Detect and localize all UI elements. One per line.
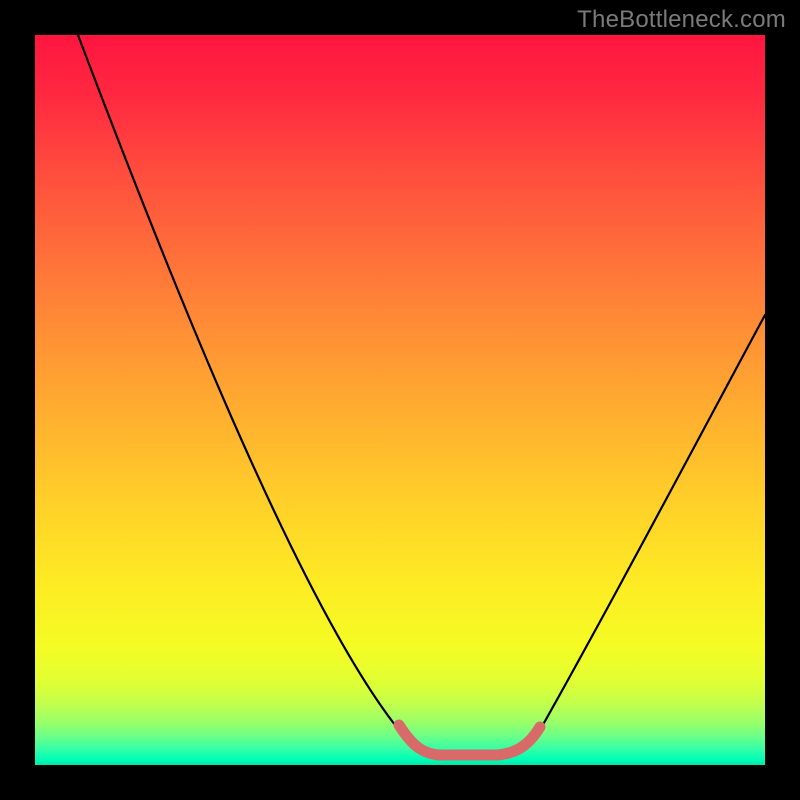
chart-svg — [35, 35, 765, 765]
gradient-background — [35, 35, 765, 765]
chart-frame: TheBottleneck.com — [0, 0, 800, 800]
watermark-text: TheBottleneck.com — [577, 6, 786, 34]
plot-area — [35, 35, 765, 765]
